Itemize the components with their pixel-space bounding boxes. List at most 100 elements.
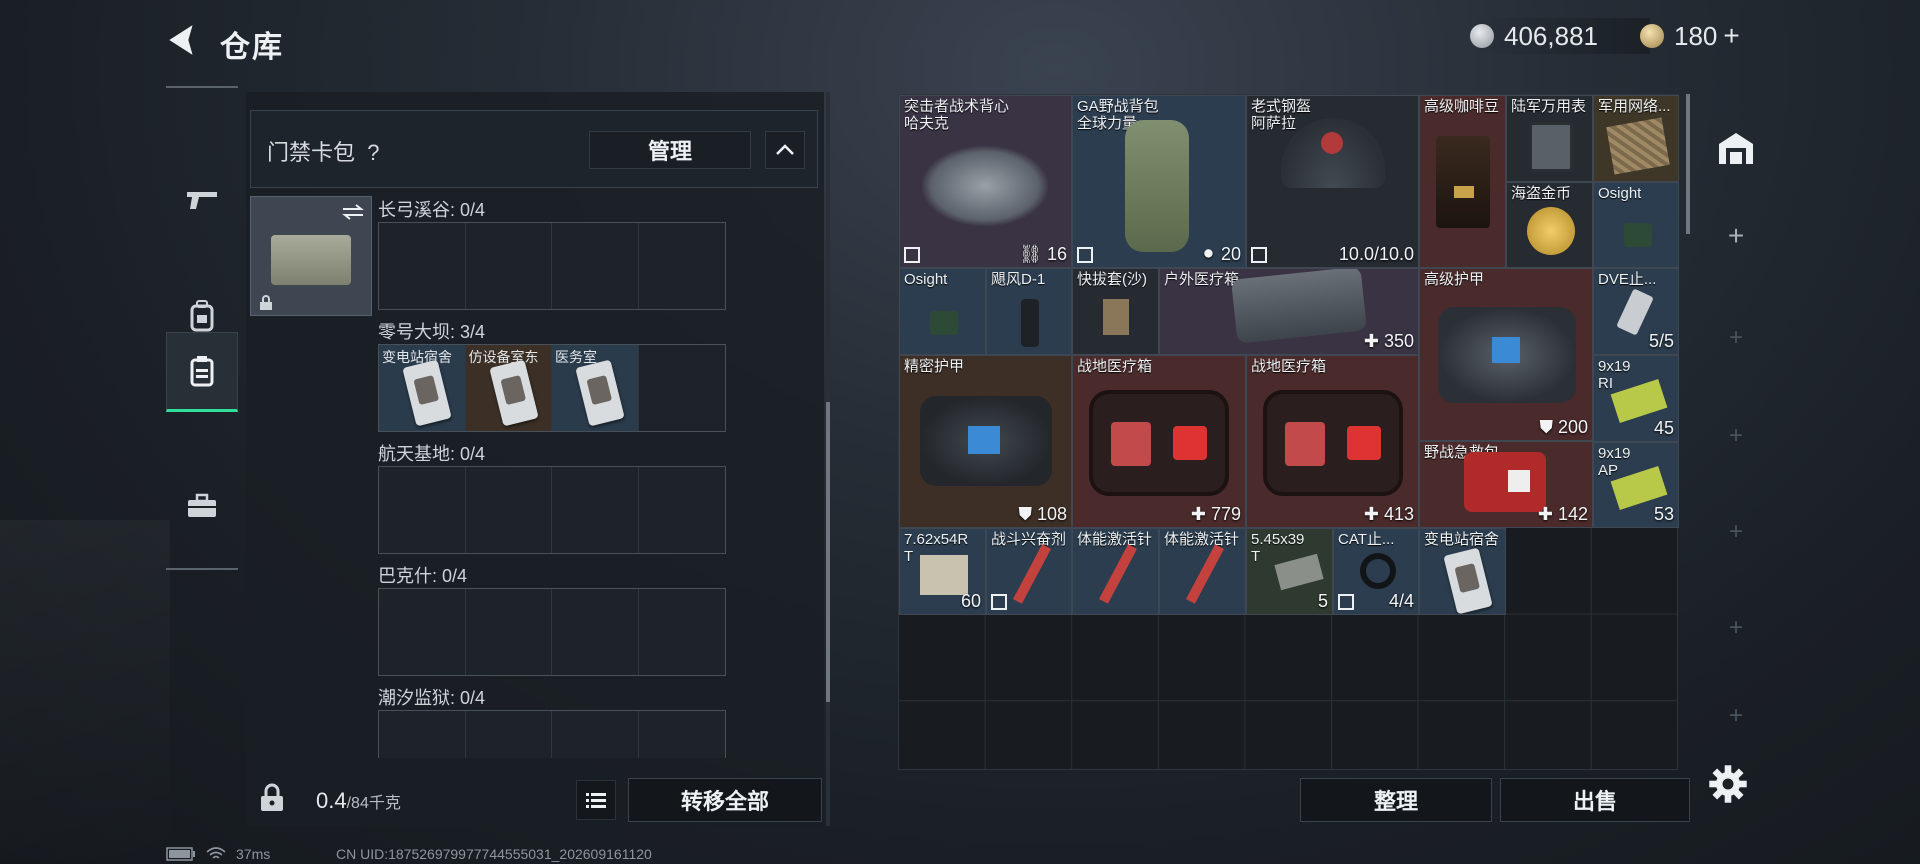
card-slot[interactable] (638, 345, 725, 431)
card-slot[interactable] (465, 467, 552, 553)
card-slot[interactable]: 变电站宿舍 (379, 345, 466, 431)
stash-tab[interactable] (1700, 122, 1772, 174)
stash-item[interactable]: 快拔套(沙) (1072, 268, 1159, 355)
multimeter-image (1529, 122, 1573, 172)
settings-gear-icon[interactable] (1706, 762, 1750, 806)
card-slot[interactable] (465, 223, 552, 309)
sell-button[interactable]: 出售 (1500, 778, 1690, 822)
card-slot[interactable] (638, 711, 725, 758)
stash-item[interactable]: 高级咖啡豆 (1419, 95, 1506, 268)
uid-text: CN UID:187526979977744555031_20260916112… (336, 846, 652, 862)
currency-premium: 180 + (1640, 18, 1740, 54)
stash-item[interactable]: 军用网络... (1593, 95, 1679, 182)
stash-item[interactable]: Osight (1593, 182, 1679, 268)
stash-grid: 突击者战术背心 哈夫克 ⛓ 16 GA野战背包 全球力量 ⚫ 20 老式钢盔 阿… (898, 94, 1679, 770)
card-slot[interactable] (552, 711, 639, 758)
stash-item[interactable]: 5.45x39 T 5 (1246, 528, 1333, 615)
add-stash-page[interactable]: + (1700, 416, 1772, 456)
card-slot[interactable] (552, 467, 639, 553)
scroll-thumb[interactable] (826, 402, 830, 702)
no-insure-icon (1251, 247, 1267, 263)
card-slot[interactable] (379, 467, 466, 553)
left-scrollbar[interactable] (826, 92, 830, 826)
stash-item[interactable]: 老式钢盔 阿萨拉 10.0/10.0 (1246, 95, 1419, 268)
tourniquet-image (1616, 288, 1654, 336)
add-stash-page[interactable]: + (1700, 512, 1772, 552)
card-slot[interactable] (638, 467, 725, 553)
list-view-button[interactable] (576, 780, 616, 820)
add-stash-page[interactable]: + (1700, 608, 1772, 648)
stash-item[interactable]: 战斗兴奋剂 (986, 528, 1072, 615)
stash-item[interactable]: 战地医疗箱 ✚ 413 (1246, 355, 1419, 528)
battery-icon (166, 847, 195, 861)
add-stash-page[interactable]: + (1700, 318, 1772, 358)
stash-item[interactable]: DVE止... 5/5 (1593, 268, 1679, 355)
stash-item[interactable]: CAT止... 4/4 (1333, 528, 1419, 615)
zone-label-zero-dam: 零号大坝: 3/4 (378, 322, 486, 342)
status-bar: 37ms (166, 846, 270, 862)
card-slot[interactable] (465, 589, 552, 675)
transfer-all-button[interactable]: 转移全部 (628, 778, 822, 822)
gold-coin-image (1527, 207, 1575, 255)
card-slot[interactable] (465, 711, 552, 758)
card-slot[interactable] (379, 589, 466, 675)
stash-item[interactable]: 变电站宿舍 (1419, 528, 1506, 615)
stash-item[interactable]: 精密护甲 ⛊ 108 (899, 355, 1072, 528)
weight-readout: 0.4/84千克 (316, 788, 401, 814)
stash-item[interactable]: 突击者战术背心 哈夫克 ⛓ 16 (899, 95, 1072, 268)
weight-lock (254, 776, 290, 820)
stash-item[interactable]: 海盗金币 (1506, 182, 1593, 268)
nav-card-holder[interactable] (166, 332, 238, 412)
keycard-image (488, 359, 539, 427)
card-slot[interactable] (552, 223, 639, 309)
collapse-button[interactable] (765, 131, 805, 169)
add-currency-button[interactable]: + (1723, 20, 1739, 52)
weight-capacity: /84千克 (346, 795, 401, 812)
medkit-image (1231, 269, 1367, 344)
left-nav (166, 86, 238, 570)
holster-image (1103, 299, 1129, 335)
injector-image (1013, 544, 1051, 604)
stash-item[interactable]: GA野战背包 全球力量 ⚫ 20 (1072, 95, 1246, 268)
card-holder-icon (190, 356, 214, 387)
card-slot[interactable]: 仿设备室东 (465, 345, 552, 431)
page-title: 仓库 (220, 31, 284, 64)
help-icon[interactable]: ? (367, 140, 379, 165)
stash-item[interactable]: 体能激活针 (1072, 528, 1159, 615)
add-stash-page[interactable]: + (1700, 696, 1772, 736)
first-aid-kit-image (1464, 452, 1546, 512)
optic-image (1624, 223, 1652, 247)
no-insure-icon (1077, 247, 1093, 263)
stash-item[interactable]: 9x19 RI 45 (1593, 355, 1679, 442)
card-pack-item[interactable] (250, 196, 372, 316)
card-slot[interactable]: 医务室 (552, 345, 639, 431)
card-slot[interactable] (379, 223, 466, 309)
injector-image (1099, 544, 1137, 604)
stash-item[interactable]: 7.62x54R T 60 (899, 528, 986, 615)
stash-item[interactable]: 战地医疗箱 ✚ 779 (1072, 355, 1246, 528)
card-slot[interactable] (552, 589, 639, 675)
stash-item[interactable]: 野战急救包 ✚ 142 (1419, 441, 1593, 528)
sort-button[interactable]: 整理 (1300, 778, 1492, 822)
card-slot[interactable] (638, 223, 725, 309)
armor-image (920, 396, 1052, 486)
stash-item[interactable]: 9x19 AP 53 (1593, 442, 1679, 528)
stash-item[interactable]: 陆军万用表 (1506, 95, 1593, 182)
back-arrow-icon[interactable] (162, 22, 202, 58)
card-slot[interactable] (638, 589, 725, 675)
stash-scrollbar[interactable] (1686, 94, 1690, 234)
add-stash-page[interactable]: + (1700, 216, 1772, 256)
card-slot[interactable] (379, 711, 466, 758)
stash-item[interactable]: 户外医疗箱 ✚ 350 (1159, 268, 1419, 355)
gun-icon (187, 192, 217, 209)
stash-item[interactable]: 高级护甲 ⛊ 200 (1419, 268, 1593, 441)
stash-item[interactable]: 体能激活针 (1159, 528, 1246, 615)
manage-button[interactable]: 管理 (589, 131, 751, 169)
nav-toolbox[interactable] (166, 468, 238, 544)
stash-item[interactable]: 飓风D-1 (986, 268, 1072, 355)
stash-item[interactable]: Osight (899, 268, 986, 355)
swap-icon[interactable] (341, 203, 365, 221)
warehouse-icon (1719, 133, 1753, 164)
card-pack-image (271, 235, 351, 285)
nav-weapons[interactable] (166, 162, 238, 238)
